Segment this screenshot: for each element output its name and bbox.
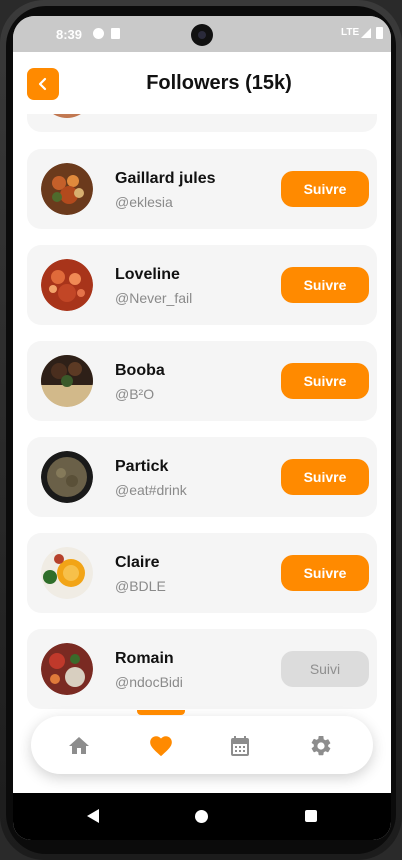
active-tab-indicator [137,710,185,715]
follower-handle: @eklesia [115,194,173,210]
list-item: Claire @BDLE Suivre [27,533,377,613]
calendar-icon [231,736,249,756]
system-recents-button[interactable] [305,810,317,822]
avatar [41,259,93,311]
front-camera [191,24,213,46]
list-item: Loveline @Never_fail Suivre [27,245,377,325]
list-item: Romain @ndocBidi Suivi [27,629,377,709]
nav-favorites[interactable] [147,732,175,760]
nav-settings[interactable] [307,732,335,760]
avatar [41,547,93,599]
list-item-partial [27,114,377,132]
system-home-button[interactable] [195,810,208,823]
app-screen: 8:39 LTE Followers (15k) Gaillard jules … [13,16,391,840]
list-item: Booba @B²O Suivre [27,341,377,421]
avatar [41,355,93,407]
battery-icon [376,27,383,39]
follower-name: Claire [115,554,160,571]
status-time: 8:39 [56,27,83,42]
follower-name: Romain [115,650,174,667]
nav-home[interactable] [65,732,93,760]
followers-list[interactable]: Gaillard jules @eklesia Suivre Loveline … [13,114,391,814]
follower-name: Partick [115,458,169,475]
signal-icon [361,28,371,38]
following-button[interactable]: Suivi [281,651,369,687]
avatar [41,643,93,695]
page-title: Followers (15k) [146,72,292,94]
nav-calendar[interactable] [226,732,254,760]
follow-button[interactable]: Suivre [281,555,369,591]
android-navigation-bar [13,793,391,840]
follow-button[interactable]: Suivre [281,459,369,495]
system-back-button[interactable] [87,809,99,823]
list-item: Partick @eat#drink Suivre [27,437,377,517]
bottom-navigation [31,710,373,774]
notification-icon [93,28,104,39]
follower-name: Booba [115,362,165,379]
follower-handle: @B²O [115,386,155,402]
phone-frame: 8:39 LTE Followers (15k) Gaillard jules … [0,0,402,860]
gear-icon [311,735,331,756]
follower-handle: @ndocBidi [115,674,183,690]
follower-name: Loveline [115,266,180,283]
follower-name: Gaillard jules [115,170,216,187]
follow-button[interactable]: Suivre [281,267,369,303]
follower-handle: @Never_fail [115,290,193,306]
network-label: LTE [341,27,360,38]
follower-handle: @BDLE [115,578,166,594]
follow-button[interactable]: Suivre [281,171,369,207]
follower-handle: @eat#drink [115,482,187,498]
list-item: Gaillard jules @eklesia Suivre [27,149,377,229]
home-icon [69,737,89,754]
sd-card-icon [111,28,120,39]
avatar [41,163,93,215]
app-header: Followers (15k) [13,52,391,114]
heart-icon [150,736,172,757]
avatar [41,114,93,118]
follow-button[interactable]: Suivre [281,363,369,399]
avatar [41,451,93,503]
status-bar: 8:39 LTE [13,16,391,52]
